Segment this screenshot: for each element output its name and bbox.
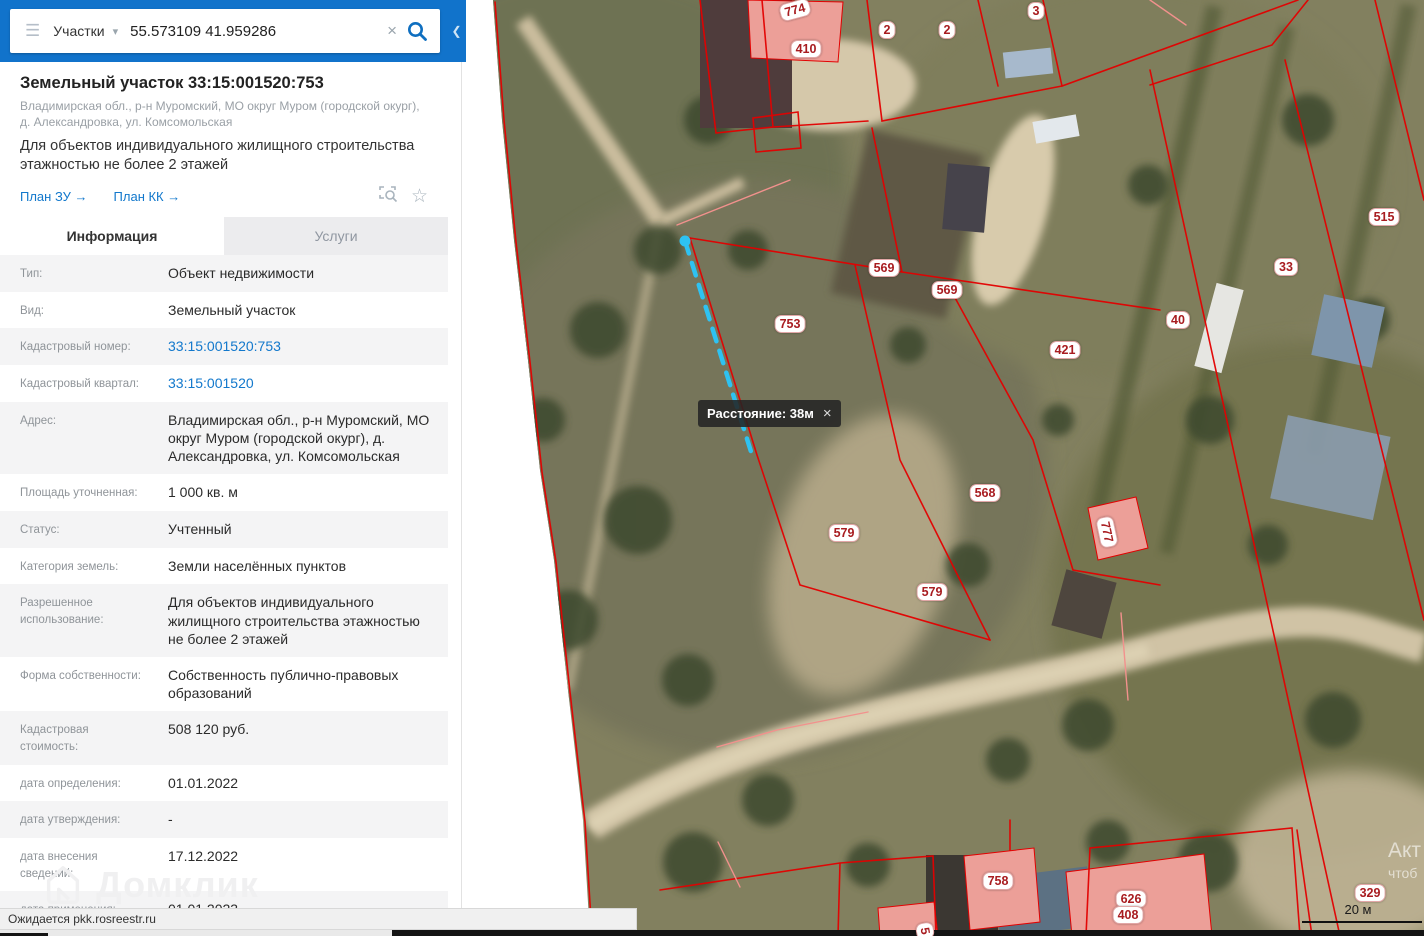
measure-start-point [679,235,691,247]
search-icon[interactable] [406,20,428,42]
row-label: Вид: [20,304,44,317]
row-label: Статус: [20,523,60,536]
bottom-bar [392,930,448,936]
row-value: Объект недвижимости [168,265,315,282]
row-label: Разрешенное использование: [20,597,104,626]
table-row: Форма собственности: Собственность публич… [0,657,448,711]
chevron-left-icon: ❮ [451,24,462,38]
tab-information[interactable]: Информация [0,217,224,256]
table-row: Категория земель: Земли населённых пункто… [0,548,448,585]
table-row: Вид: Земельный участок [0,292,448,329]
top-header: ☰ Участки ▾ × [0,0,466,62]
parcel-label-568[interactable]: 568 [969,484,1001,502]
row-label: Форма собственности: [20,669,141,682]
table-row: Разрешенное использование: Для объектов и… [0,584,448,657]
row-value: - [168,811,173,828]
parcel-label-329[interactable]: 329 [1354,884,1386,902]
search-input[interactable] [128,21,379,41]
house-icon [46,866,80,904]
row-value: 508 120 руб. [168,721,250,738]
distance-tooltip-text: Расстояние: 38м [707,406,814,421]
brand-watermark-text: Домклик [96,864,259,905]
distance-tooltip: Расстояние: 38м × [698,400,841,427]
row-label: Адрес: [20,414,57,427]
page-title: Земельный участок 33:15:001520:753 [20,74,324,92]
parcel-label-2[interactable]: 2 [878,21,896,39]
row-value: 1 000 кв. м [168,484,238,501]
table-row: Статус: Учтенный [0,510,448,548]
clear-search-icon[interactable]: × [387,21,397,41]
chevron-down-icon[interactable]: ▾ [113,25,119,38]
table-row: Кадастровая стоимость: 508 120 руб. [0,711,448,765]
row-value: Земельный участок [168,301,296,318]
browser-status-bar: Ожидается pkk.rosreestr.ru [0,908,637,930]
map-canvas[interactable]: 20 м 774 410 2 2 3 515 33 569 569 753 40 421 568 579 7… [448,0,1424,936]
search-bar: ☰ Участки ▾ × [10,9,440,53]
satellite-layer: 20 м [448,0,1424,936]
parcel-label-33[interactable]: 33 [1274,258,1298,276]
menu-icon[interactable]: ☰ [25,21,40,41]
row-value: Собственность публично-правовых образова… [168,666,399,702]
row-label: дата утверждения: [20,814,121,827]
parcel-label-408[interactable]: 408 [1112,906,1144,924]
favorite-star-icon[interactable]: ☆ [411,187,428,206]
parcel-label-753[interactable]: 753 [774,315,806,333]
parcel-label-421[interactable]: 421 [1049,341,1081,359]
parcel-label-2[interactable]: 2 [938,21,956,39]
panel-tabs: Информация Услуги [0,217,448,256]
parcel-label-758[interactable]: 758 [982,872,1014,890]
row-label: Тип: [20,268,43,281]
row-value: 01.01.2022 [168,774,239,791]
table-row: Площадь уточненная: 1 000 кв. м [0,474,448,511]
parcel-label-579[interactable]: 579 [916,583,948,601]
table-row: Кадастровый номер: 33:15:001520:753 [0,328,448,366]
collapse-panel-button[interactable]: ❮ [447,0,466,62]
row-value: Учтенный [168,520,232,537]
parcel-label-569[interactable]: 569 [931,281,963,299]
cadastral-quarter-link[interactable]: 33:15:001520 [148,374,448,393]
row-label: дата определения: [20,777,121,790]
parcel-info-panel: Земельный участок 33:15:001520:753 Влади… [0,62,448,936]
parcel-label-515[interactable]: 515 [1368,208,1400,226]
table-row: Адрес: Владимирская обл., р-н Муромский, … [0,401,448,475]
table-row: Тип: Объект недвижимости [0,255,448,292]
tab-services[interactable]: Услуги [224,217,448,255]
info-table: Тип: Объект недвижимости Вид: Земельный уч… [0,255,448,928]
row-label: Кадастровый квартал: [20,378,139,391]
table-row: дата утверждения: - [0,801,448,838]
parcel-address-summary: Владимирская обл., р-н Муромский, МО окр… [20,99,420,130]
row-label: Кадастровый номер: [20,341,131,354]
bottom-strip [0,930,392,936]
table-row: дата определения: 01.01.2022 [0,765,448,802]
plan-links-row: План ЗУ → План КК → ☆ [0,177,448,217]
search-category[interactable]: Участки [53,23,104,39]
parcel-label-579[interactable]: 579 [828,524,860,542]
parcel-label-410[interactable]: 410 [790,40,822,58]
row-label: Площадь уточненная: [20,487,138,500]
cadastral-number-link[interactable]: 33:15:001520:753 [148,337,448,356]
brand-watermark: Домклик [40,862,259,908]
row-value: Земли населённых пунктов [168,557,347,574]
plan-zu-link[interactable]: План ЗУ → [20,189,88,204]
close-icon[interactable]: × [823,406,832,421]
table-row: Кадастровый квартал: 33:15:001520 [0,365,448,402]
panel-scrollbar[interactable] [461,62,462,908]
row-label: Категория земель: [20,560,119,573]
plan-kk-link[interactable]: План КК → [114,189,181,204]
row-value: Владимирская обл., р-н Муромский, МО окр… [168,411,430,465]
parcel-label-3[interactable]: 3 [1027,2,1045,20]
row-label: Кадастровая стоимость: [20,724,89,753]
parcel-usage-summary: Для объектов индивидуального жилищного с… [20,138,415,174]
parcel-label-569[interactable]: 569 [868,259,900,277]
area-search-icon[interactable] [379,185,399,208]
scale-label-svg: 20 м [1344,902,1371,917]
row-value: Для объектов индивидуального жилищного с… [168,594,420,647]
parcel-label-40[interactable]: 40 [1166,311,1190,329]
